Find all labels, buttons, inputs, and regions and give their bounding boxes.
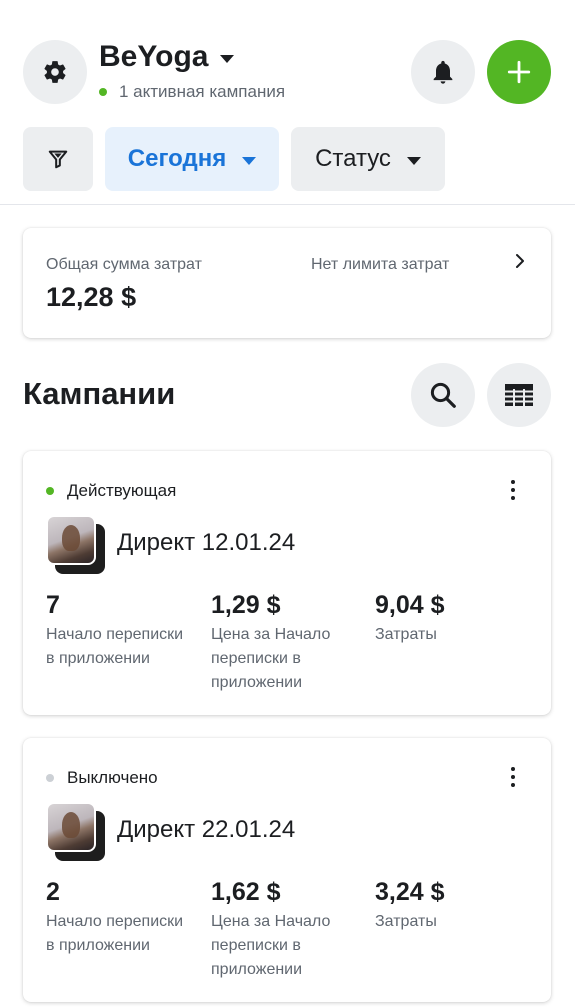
more-vertical-icon bbox=[511, 767, 515, 771]
campaign-card[interactable]: Действующая Директ 12.01.24 7 Начало пер… bbox=[23, 451, 551, 715]
campaign-status-label: Выключено bbox=[67, 768, 158, 787]
spend-limit-text: Нет лимита затрат bbox=[311, 256, 450, 273]
metric-cost-per-result: 1,29 $ Цена за Начало переписки в прилож… bbox=[211, 591, 361, 695]
metric-value: 1,62 $ bbox=[211, 878, 281, 906]
campaign-card[interactable]: Выключено Директ 22.01.24 2 Начало переп… bbox=[23, 738, 551, 1002]
campaign-status: Действующая bbox=[46, 481, 176, 501]
divider bbox=[0, 204, 575, 205]
funnel-icon bbox=[48, 150, 68, 169]
more-vertical-icon bbox=[511, 480, 515, 484]
caret-down-icon bbox=[406, 157, 421, 165]
bell-icon bbox=[433, 60, 453, 84]
table-view-button[interactable] bbox=[487, 363, 551, 427]
campaign-thumbnail bbox=[46, 802, 106, 862]
ad-image bbox=[46, 515, 96, 565]
campaign-thumbnail bbox=[46, 515, 106, 575]
create-button[interactable] bbox=[487, 40, 551, 104]
metric-cost-per-result: 1,62 $ Цена за Начало переписки в прилож… bbox=[211, 878, 361, 982]
date-range-dropdown[interactable]: Сегодня bbox=[105, 127, 279, 191]
total-spend-value: 12,28 $ bbox=[46, 282, 137, 312]
caret-down-icon bbox=[242, 157, 257, 165]
status-dropdown[interactable]: Статус bbox=[291, 127, 445, 191]
total-spend-label: Общая сумма затрат bbox=[46, 256, 202, 273]
filter-button[interactable] bbox=[23, 127, 93, 191]
metric-spend: 9,04 $ Затраты bbox=[375, 591, 525, 647]
metric-label: Цена за Начало переписки в приложении bbox=[211, 913, 331, 978]
notifications-button[interactable] bbox=[411, 40, 475, 104]
account-name: BeYoga bbox=[99, 40, 209, 73]
settings-button[interactable] bbox=[23, 40, 87, 104]
metric-value: 1,29 $ bbox=[211, 591, 281, 619]
metric-results: 7 Начало переписки в приложении bbox=[46, 591, 196, 671]
more-options-button[interactable] bbox=[503, 764, 523, 790]
metric-label: Затраты bbox=[375, 626, 437, 643]
campaign-status-label: Действующая bbox=[67, 481, 177, 500]
campaign-name: Директ 12.01.24 bbox=[117, 529, 296, 556]
search-button[interactable] bbox=[411, 363, 475, 427]
metric-label: Начало переписки в приложении bbox=[46, 913, 184, 954]
status-label: Статус bbox=[315, 145, 391, 172]
date-range-label: Сегодня bbox=[127, 145, 227, 172]
caret-down-icon bbox=[220, 55, 235, 63]
status-dot-icon bbox=[46, 487, 54, 495]
metric-value: 2 bbox=[46, 878, 60, 906]
ad-image bbox=[46, 802, 96, 852]
header: BeYoga 1 активная кампания bbox=[0, 0, 575, 120]
account-selector[interactable]: BeYoga bbox=[99, 40, 235, 74]
gear-icon bbox=[44, 61, 66, 83]
metric-value: 9,04 $ bbox=[375, 591, 445, 619]
metric-spend: 3,24 $ Затраты bbox=[375, 878, 525, 934]
active-campaigns-status: 1 активная кампания bbox=[99, 82, 285, 102]
chevron-right-icon bbox=[516, 254, 524, 268]
table-icon bbox=[505, 384, 533, 406]
metric-results: 2 Начало переписки в приложении bbox=[46, 878, 196, 958]
metric-label: Затраты bbox=[375, 913, 437, 930]
plus-icon bbox=[507, 60, 531, 84]
campaign-status: Выключено bbox=[46, 768, 158, 788]
filter-bar: Сегодня Статус bbox=[0, 127, 575, 193]
spend-summary-card[interactable]: Общая сумма затрат 12,28 $ Нет лимита за… bbox=[23, 228, 551, 338]
metric-value: 3,24 $ bbox=[375, 878, 445, 906]
metric-label: Начало переписки в приложении bbox=[46, 626, 184, 667]
metric-value: 7 bbox=[46, 591, 60, 619]
active-campaigns-text: 1 активная кампания bbox=[119, 82, 286, 101]
active-dot-icon bbox=[99, 88, 107, 96]
campaign-name: Директ 22.01.24 bbox=[117, 816, 296, 843]
campaigns-title: Кампании bbox=[23, 376, 176, 411]
more-options-button[interactable] bbox=[503, 477, 523, 503]
metric-label: Цена за Начало переписки в приложении bbox=[211, 626, 331, 691]
search-icon bbox=[430, 382, 456, 408]
status-dot-icon bbox=[46, 774, 54, 782]
